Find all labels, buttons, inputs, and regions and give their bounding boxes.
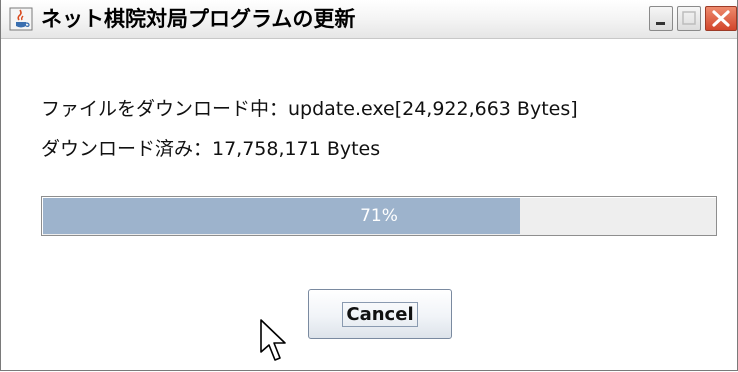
close-icon [712,10,730,27]
window-title: ネット棋院対局プログラムの更新 [41,7,356,31]
downloaded-bytes-text: ダウンロード済み：17,758,171 Bytes [41,138,381,160]
maximize-button[interactable] [677,6,701,31]
downloading-file-text: ファイルをダウンロード中：update.exe[24,922,663 Bytes… [41,98,578,120]
close-button[interactable] [705,6,737,31]
cancel-button-label: Cancel [342,301,418,327]
update-dialog-window: ネット棋院対局プログラムの更新 ファイルをダウンロード中：update.exe[… [0,0,738,371]
title-bar[interactable]: ネット棋院対局プログラムの更新 [1,0,737,39]
minimize-button[interactable] [649,6,673,31]
maximize-icon [682,11,696,25]
minimize-icon [656,22,665,25]
progress-percent-label: 71% [360,206,398,226]
mouse-pointer-icon [260,319,286,361]
java-cup-icon[interactable] [9,7,33,31]
download-progress-bar: 71% [41,196,717,236]
cancel-button[interactable]: Cancel [308,289,452,339]
